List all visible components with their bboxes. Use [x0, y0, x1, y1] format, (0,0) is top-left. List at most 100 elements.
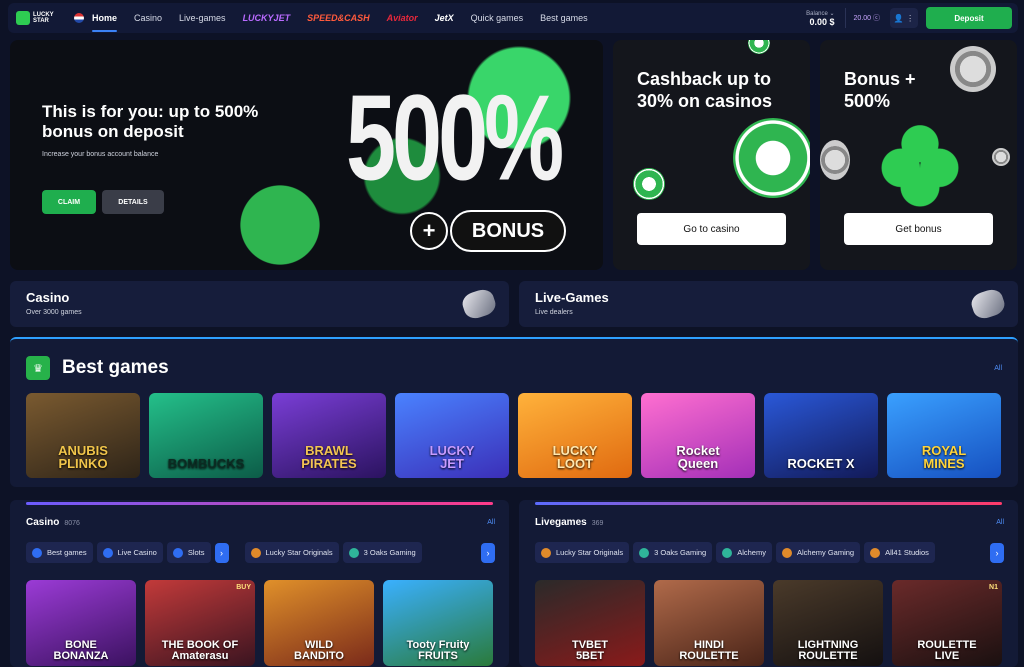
filter-chip[interactable]: Alchemy Gaming	[775, 542, 861, 563]
hero-subtitle: Increase your bonus account balance	[42, 151, 159, 158]
balance-value: 0.00 $	[809, 16, 835, 27]
filter-chip-label: Slots	[187, 548, 205, 557]
logo-text: LUCKY STAR	[33, 12, 54, 24]
live-all-link[interactable]: All	[996, 519, 1004, 526]
game-title: LIGHTNING ROULETTE	[797, 639, 859, 662]
game-tile[interactable]: Rocket Queen	[641, 393, 755, 478]
nav-item-live-games[interactable]: Live-games	[179, 3, 226, 33]
provider-icon	[348, 547, 359, 558]
poker-chip-icon	[733, 118, 810, 198]
scroll-right-arrow-icon[interactable]: ›	[990, 542, 1004, 563]
clover-icon	[872, 115, 968, 211]
go-to-casino-button[interactable]: Go to casino	[637, 213, 786, 245]
filter-chip[interactable]: Alchemy	[716, 542, 772, 563]
cashback-promo-card[interactable]: Cashback up to 30% on casinos Go to casi…	[613, 40, 810, 270]
language-flag-icon[interactable]	[74, 13, 84, 23]
section-accent-bar	[26, 502, 493, 505]
game-title: TVBET 5BET	[571, 639, 609, 662]
casino-category-subtitle: Over 3000 games	[26, 309, 82, 316]
crown-icon: ♛	[26, 356, 50, 380]
game-tile[interactable]: THE BOOK OF Amaterasu BUY	[145, 580, 255, 666]
casino-all-link[interactable]: All	[487, 519, 495, 526]
bonus-promo-card[interactable]: Bonus + 500% Get bonus	[820, 40, 1017, 270]
game-tile[interactable]: LIGHTNING ROULETTE	[773, 580, 883, 666]
casino-section-title: Casino 8076	[26, 517, 80, 528]
game-title: THE BOOK OF Amaterasu	[161, 639, 239, 662]
nav-item-quick-games[interactable]: Quick games	[471, 3, 524, 33]
filter-chip[interactable]: 3 Oaks Gaming	[633, 542, 713, 563]
game-tile[interactable]: BOMBUCKS	[149, 393, 263, 478]
nav-item-home[interactable]: Home	[92, 3, 118, 33]
provider-chip[interactable]: Lucky Star Originals	[244, 542, 339, 563]
game-title: ROULETTE LIVE	[917, 639, 977, 662]
live-games-section: Livegames 369 All Lucky Star Originals 3 O…	[519, 500, 1018, 667]
nav-item-luckyjet[interactable]: LUCKYJET	[243, 3, 291, 33]
casino-category-card[interactable]: Casino Over 3000 games	[10, 281, 509, 327]
category-icon	[722, 547, 733, 558]
hero-title: This is for you: up to 500% bonus on dep…	[42, 102, 259, 141]
game-tile[interactable]: Tooty Fruity FRUITS	[383, 580, 493, 666]
scroll-right-arrow-icon[interactable]: ›	[214, 542, 229, 563]
provider-chip-label: 3 Oaks Gaming	[363, 548, 416, 557]
details-button[interactable]: DETAILS	[102, 190, 164, 214]
game-tile[interactable]: BRAWL PIRATES	[272, 393, 386, 478]
nav-item-speed-cash[interactable]: SPEED&CASH	[307, 3, 370, 33]
game-title: BOMBUCKS	[167, 456, 245, 471]
game-title: LUCKY JET	[429, 443, 475, 471]
best-games-title: Best games	[62, 357, 169, 378]
claim-button[interactable]: CLAIM	[42, 190, 96, 214]
hero-banner[interactable]: This is for you: up to 500% bonus on dep…	[10, 40, 603, 270]
game-title: Rocket Queen	[676, 443, 720, 471]
user-menu-button[interactable]: 👤 ⋮	[890, 8, 918, 28]
game-title: ROCKET X	[787, 456, 855, 471]
game-tile[interactable]: HINDI ROULETTE	[654, 580, 764, 666]
live-games-category-card[interactable]: Live-Games Live dealers	[519, 281, 1018, 327]
get-bonus-button[interactable]: Get bonus	[844, 213, 993, 245]
category-icon	[781, 547, 792, 558]
best-games-all-link[interactable]: All	[994, 365, 1002, 372]
divider	[844, 8, 846, 28]
live-games-count: 369	[591, 520, 604, 527]
game-tile[interactable]: ROULETTE LIVE N1	[892, 580, 1002, 666]
live-games-category-subtitle: Live dealers	[535, 309, 573, 316]
game-tile[interactable]: ANUBIS PLINKO	[26, 393, 140, 478]
game-badge: BUY	[236, 584, 251, 591]
game-tile[interactable]: ROYAL MINES	[887, 393, 1001, 478]
clover-logo-icon	[16, 11, 30, 25]
provider-chip[interactable]: 3 Oaks Gaming	[342, 542, 422, 563]
deposit-button[interactable]: Deposit	[926, 7, 1012, 29]
nav-item-jetx[interactable]: JetX	[435, 3, 454, 33]
game-tile[interactable]: LUCKY LOOT	[518, 393, 632, 478]
coin-icon	[820, 140, 850, 180]
game-title: ANUBIS PLINKO	[58, 443, 108, 471]
section-accent-bar	[535, 502, 1002, 505]
plus-badge: +	[410, 212, 448, 250]
dice-icon	[968, 286, 1008, 322]
bonus-badge: BONUS	[450, 210, 566, 252]
game-tile[interactable]: BONE BONANZA	[26, 580, 136, 666]
game-tile[interactable]: LUCKY JET	[395, 393, 509, 478]
filter-chip[interactable]: Best games	[26, 542, 93, 563]
filter-chip[interactable]: Lucky Star Originals	[535, 542, 630, 563]
filter-chip-label: Best games	[47, 548, 87, 557]
provider-icon	[250, 547, 261, 558]
filter-chip[interactable]: All41 Studios	[864, 542, 935, 563]
nav-item-casino[interactable]: Casino	[134, 3, 162, 33]
logo[interactable]: LUCKY STAR	[16, 11, 74, 25]
scroll-right-arrow-icon[interactable]: ›	[481, 542, 495, 563]
nav-item-aviator[interactable]: Aviator	[387, 3, 418, 33]
balance-display[interactable]: Balance ⌄ 0.00 $	[806, 10, 834, 27]
game-tile[interactable]: TVBET 5BET	[535, 580, 645, 666]
game-tile[interactable]: WILD BANDITO	[264, 580, 374, 666]
casino-game-tiles: BONE BONANZA THE BOOK OF Amaterasu BUY WILD…	[26, 580, 493, 666]
nav-item-best-games[interactable]: Best games	[540, 3, 588, 33]
filter-chip-label: Live Casino	[117, 548, 157, 557]
live-filter-chips: Lucky Star Originals 3 Oaks Gaming Alchemy…	[535, 542, 1004, 563]
filter-chip[interactable]: Slots	[166, 542, 211, 563]
game-tile[interactable]: ROCKET X	[764, 393, 878, 478]
category-icon	[102, 547, 113, 558]
filter-chip-label: Lucky Star Originals	[556, 548, 624, 557]
coin-icon	[992, 148, 1010, 166]
filter-chip[interactable]: Live Casino	[96, 542, 163, 563]
casino-games-section: Casino 8076 All Best games Live Casino Slot…	[10, 500, 509, 667]
